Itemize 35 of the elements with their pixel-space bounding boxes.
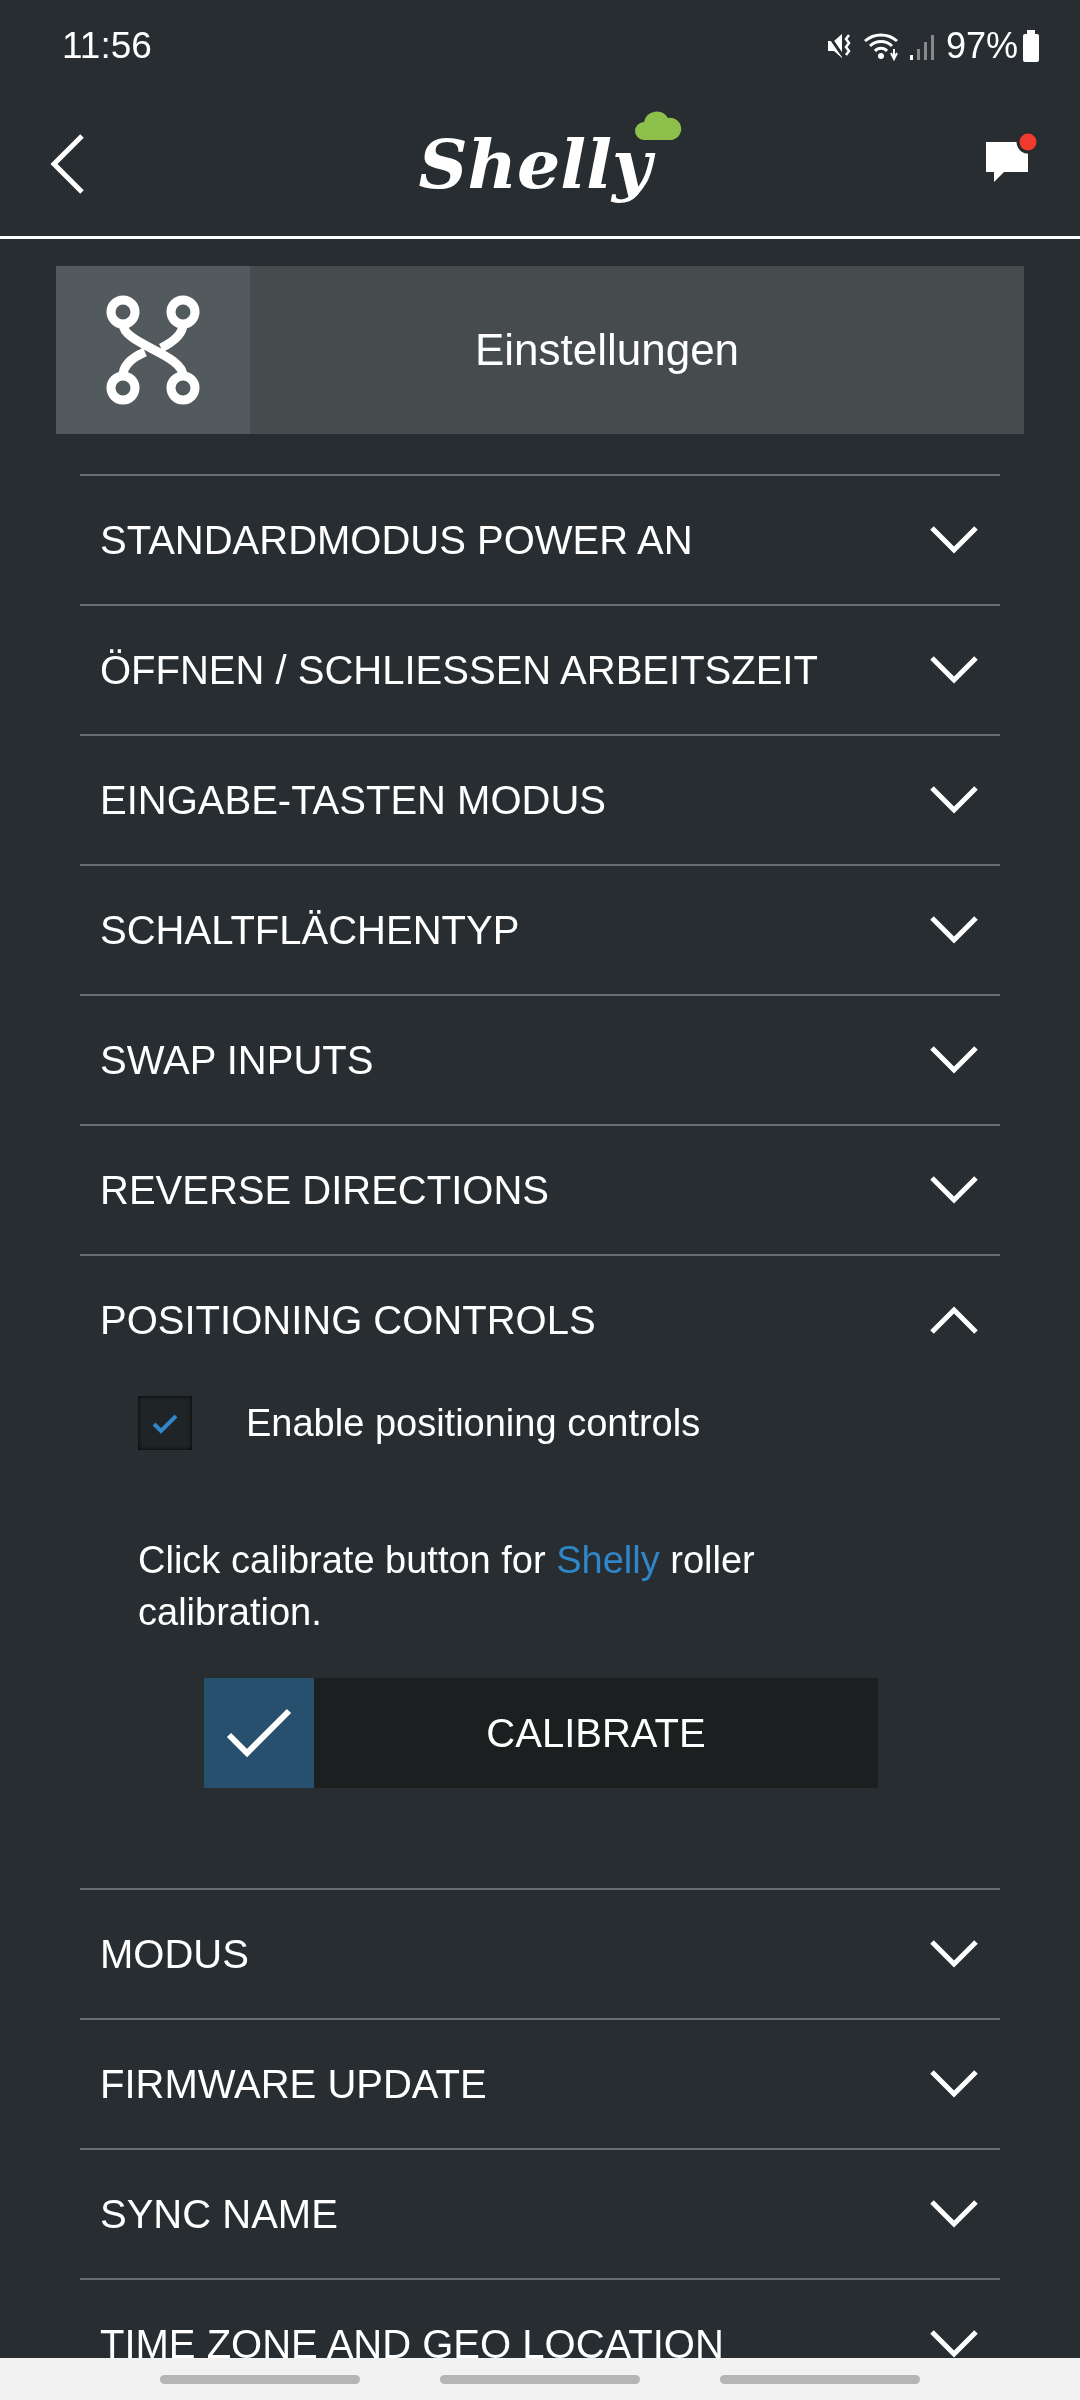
settings-section[interactable]: EINGABE-TASTEN MODUS <box>80 734 1000 864</box>
nav-handle[interactable] <box>720 2374 920 2384</box>
chevron-icon <box>928 2329 980 2358</box>
chevron-icon <box>928 2069 980 2099</box>
checkbox-label: Enable positioning controls <box>246 1401 701 1445</box>
banner-title: Einstellungen <box>473 325 741 375</box>
calibrate-button[interactable]: CALIBRATE <box>204 1678 878 1788</box>
chevron-icon <box>928 1939 980 1969</box>
chevron-icon <box>928 2199 980 2229</box>
routes-icon <box>105 294 201 406</box>
battery-percent: 97% <box>945 25 1018 67</box>
settings-section[interactable]: REVERSE DIRECTIONS <box>80 1124 1000 1254</box>
settings-section[interactable]: FIRMWARE UPDATE <box>80 2018 1000 2148</box>
chevron-icon <box>928 525 980 555</box>
status-time: 11:56 <box>62 25 152 67</box>
chevron-icon <box>928 915 980 945</box>
battery-icon <box>1022 30 1040 62</box>
settings-section[interactable]: SYNC NAME <box>80 2148 1000 2278</box>
nav-handle[interactable] <box>160 2374 360 2384</box>
settings-section[interactable]: POSITIONING CONTROLS <box>80 1254 1000 1384</box>
shelly-link[interactable]: Shelly <box>556 1539 660 1581</box>
check-icon <box>225 1707 293 1759</box>
chevron-icon <box>928 1305 980 1335</box>
calibration-note: Click calibrate button for Shelly roller calibration. <box>138 1538 756 1635</box>
settings-section[interactable]: ÖFFNEN / SCHLIESSEN ARBEITSZEIT <box>80 604 1000 734</box>
settings-section[interactable]: SWAP INPUTS <box>80 994 1000 1124</box>
chevron-icon <box>928 785 980 815</box>
chevron-icon <box>928 1045 980 1075</box>
settings-section[interactable]: MODUS <box>80 1888 1000 2018</box>
settings-section[interactable]: STANDARDMODUS POWER AN <box>80 474 1000 604</box>
settings-section[interactable]: SCHALTFLÄCHENTYP <box>80 864 1000 994</box>
nav-handle[interactable] <box>440 2374 640 2384</box>
checkbox[interactable] <box>138 1396 192 1450</box>
chevron-icon <box>928 655 980 685</box>
chevron-icon <box>928 1175 980 1205</box>
